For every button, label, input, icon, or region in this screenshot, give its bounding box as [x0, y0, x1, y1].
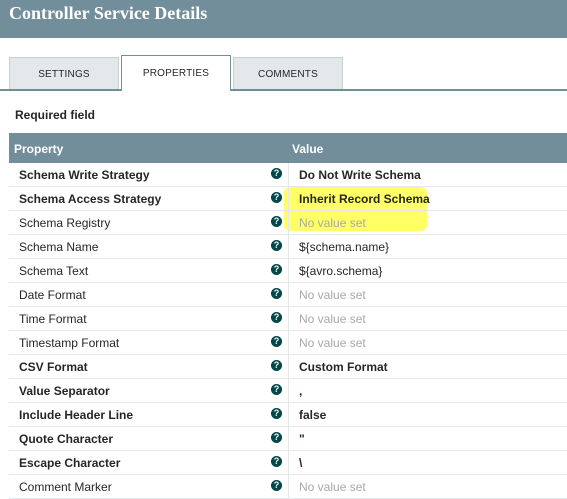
table-row[interactable]: Timestamp Format? No value set [9, 331, 567, 355]
property-name: Time Format [19, 312, 87, 326]
table-row[interactable]: Include Header Line? false [9, 403, 567, 427]
property-value[interactable]: No value set [299, 288, 366, 302]
question-circle-icon[interactable]: ? [271, 312, 282, 323]
table-row[interactable]: Escape Character? \ [9, 451, 567, 475]
property-value[interactable]: No value set [299, 480, 366, 494]
property-name: Schema Registry [19, 216, 111, 230]
tab-settings[interactable]: SETTINGS [9, 57, 119, 89]
property-name: Schema Name [19, 240, 99, 254]
column-divider [288, 427, 289, 451]
property-name: Include Header Line [19, 408, 134, 422]
column-divider [288, 235, 289, 259]
table-row[interactable]: Schema Text? ${avro.schema} [9, 259, 567, 283]
question-circle-icon[interactable]: ? [271, 240, 282, 251]
column-divider [288, 355, 289, 379]
table-body: Schema Write Strategy? Do Not Write Schem… [9, 163, 567, 499]
property-value[interactable]: Do Not Write Schema [299, 168, 421, 182]
table-header: Property Value [9, 133, 567, 163]
question-circle-icon[interactable]: ? [271, 480, 282, 491]
column-header-value[interactable]: Value [292, 142, 323, 156]
property-name: Schema Access Strategy [19, 192, 162, 206]
question-circle-icon[interactable]: ? [271, 264, 282, 275]
table-row[interactable]: Schema Access Strategy? Inherit Record Sc… [9, 187, 567, 211]
property-name: Quote Character [19, 432, 114, 446]
question-circle-icon[interactable]: ? [271, 168, 282, 179]
column-divider [288, 187, 289, 211]
property-name: Comment Marker [19, 480, 112, 494]
tab-bar: SETTINGS PROPERTIES COMMENTS [0, 55, 567, 91]
tab-properties[interactable]: PROPERTIES [121, 55, 231, 91]
column-divider [288, 403, 289, 427]
property-value[interactable]: No value set [299, 312, 366, 326]
tab-comments[interactable]: COMMENTS [233, 57, 343, 89]
property-value[interactable]: Inherit Record Schema [299, 192, 430, 206]
property-name: Schema Text [19, 264, 89, 278]
property-value[interactable]: ${avro.schema} [299, 264, 382, 278]
question-circle-icon[interactable]: ? [271, 384, 282, 395]
property-name: Timestamp Format [19, 336, 120, 350]
table-row[interactable]: CSV Format? Custom Format [9, 355, 567, 379]
table-row[interactable]: Time Format? No value set [9, 307, 567, 331]
question-circle-icon[interactable]: ? [271, 360, 282, 371]
question-circle-icon[interactable]: ? [271, 432, 282, 443]
column-header-property[interactable]: Property [14, 142, 63, 156]
dialog-title: Controller Service Details [9, 3, 208, 23]
property-value[interactable]: ${schema.name} [299, 240, 389, 254]
property-name: Schema Write Strategy [19, 168, 150, 182]
question-circle-icon[interactable]: ? [271, 216, 282, 227]
column-divider [288, 163, 289, 187]
table-row[interactable]: Date Format? No value set [9, 283, 567, 307]
property-value[interactable]: Custom Format [299, 360, 388, 374]
property-value[interactable]: No value set [299, 216, 366, 230]
column-divider [288, 451, 289, 475]
tab-underline [0, 89, 567, 91]
table-row[interactable]: Schema Name? ${schema.name} [9, 235, 567, 259]
question-circle-icon[interactable]: ? [271, 192, 282, 203]
properties-table: Property Value Schema Write Strategy? Do … [9, 133, 567, 499]
table-row[interactable]: Value Separator?, [9, 379, 567, 403]
property-name: Escape Character [19, 456, 121, 470]
property-value[interactable]: " [299, 432, 305, 446]
table-row[interactable]: Schema Registry? No value set [9, 211, 567, 235]
column-divider [288, 307, 289, 331]
question-circle-icon[interactable]: ? [271, 456, 282, 467]
column-divider [288, 475, 289, 499]
property-value[interactable]: , [299, 384, 302, 398]
property-value[interactable]: false [299, 408, 326, 422]
table-row[interactable]: Comment Marker? No value set [9, 475, 567, 499]
required-field-label: Required field [15, 108, 96, 122]
property-value[interactable]: \ [299, 456, 302, 470]
column-divider [288, 259, 289, 283]
property-name: Date Format [19, 288, 86, 302]
column-divider [288, 211, 289, 235]
table-row[interactable]: Quote Character? " [9, 427, 567, 451]
property-value[interactable]: No value set [299, 336, 366, 350]
property-name: Value Separator [19, 384, 110, 398]
question-circle-icon[interactable]: ? [271, 336, 282, 347]
column-divider [288, 379, 289, 403]
question-circle-icon[interactable]: ? [271, 288, 282, 299]
question-circle-icon[interactable]: ? [271, 408, 282, 419]
property-name: CSV Format [19, 360, 88, 374]
table-row[interactable]: Schema Write Strategy? Do Not Write Schem… [9, 163, 567, 187]
dialog-header: Controller Service Details [0, 0, 567, 38]
column-divider [288, 331, 289, 355]
column-divider [288, 283, 289, 307]
